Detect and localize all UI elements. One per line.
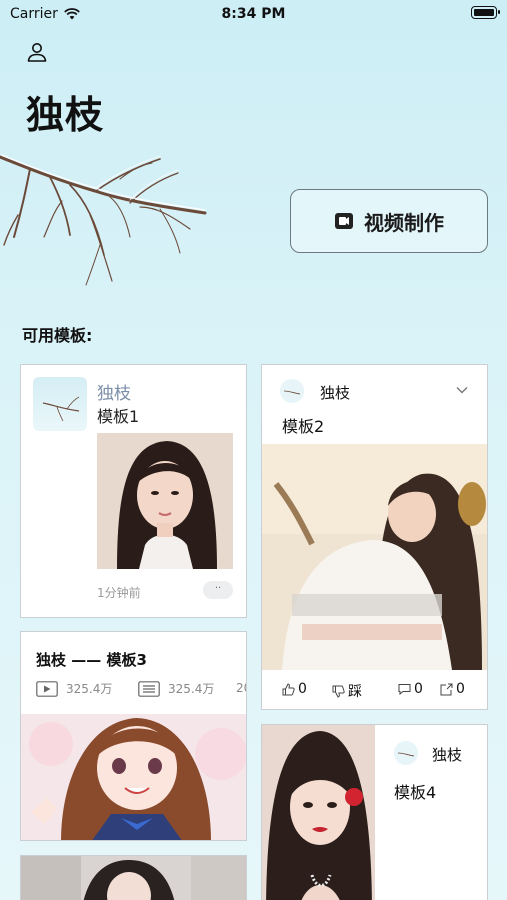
view-count: 325.4万	[168, 682, 215, 696]
comment-action[interactable]: 0	[398, 681, 423, 697]
template-card-4[interactable]: 独枝 模板4	[261, 724, 488, 900]
avatar	[33, 377, 87, 431]
make-video-label: 视频制作	[364, 210, 444, 235]
author-name[interactable]: 独枝	[97, 379, 131, 404]
like-count: 0	[298, 681, 307, 697]
share-icon	[440, 683, 453, 695]
user-profile-icon[interactable]	[25, 40, 49, 64]
template-photo[interactable]	[97, 433, 233, 569]
template-name: 模板4	[394, 783, 437, 802]
chevron-down-icon[interactable]	[455, 383, 469, 397]
template-photo[interactable]	[262, 444, 487, 670]
share-count: 0	[456, 681, 465, 697]
comment-count: 0	[414, 681, 423, 697]
make-video-button[interactable]: 视频制作	[290, 189, 488, 253]
overflow-stat: 20	[236, 681, 246, 695]
play-icon	[36, 680, 58, 697]
template-card-1[interactable]: 独枝 模板1 1分钟前 ··	[20, 364, 247, 618]
template-photo[interactable]	[21, 856, 246, 900]
share-action[interactable]: 0	[440, 681, 465, 697]
thumbs-down-icon	[332, 685, 345, 698]
comment-icon	[398, 684, 411, 695]
dislike-label: 踩	[348, 684, 362, 700]
card-title: 独枝 —— 模板3	[36, 651, 147, 669]
template-photo[interactable]	[21, 714, 246, 840]
more-options-button[interactable]: ··	[203, 581, 233, 599]
avatar	[394, 741, 418, 765]
template-card-5[interactable]	[20, 855, 247, 900]
play-count: 325.4万	[66, 682, 113, 696]
template-photo[interactable]	[262, 725, 375, 900]
branch-thumbnail-icon	[42, 396, 80, 422]
app-title: 独枝	[26, 93, 105, 137]
author-name[interactable]: 独枝	[432, 744, 462, 765]
action-bar: 0 踩 0 0	[262, 681, 487, 701]
battery-icon	[471, 6, 500, 19]
template-name: 模板1	[97, 407, 140, 426]
play-stat: 325.4万	[36, 680, 112, 697]
view-stat: 325.4万	[138, 680, 214, 697]
template-card-3[interactable]: 独枝 —— 模板3 325.4万 325.4万 20	[20, 631, 247, 841]
like-action[interactable]: 0	[282, 681, 307, 697]
list-icon	[138, 680, 160, 697]
snowy-branch-illustration	[0, 154, 207, 286]
clock: 8:34 PM	[221, 6, 286, 22]
section-title: 可用模板:	[22, 326, 93, 345]
avatar	[280, 379, 304, 403]
post-time: 1分钟前	[97, 586, 141, 600]
template-card-2[interactable]: 独枝 模板2 0 踩 0 0	[261, 364, 488, 710]
template-name: 模板2	[282, 417, 325, 436]
author-name[interactable]: 独枝	[320, 382, 350, 403]
dislike-action[interactable]: 踩	[332, 681, 362, 701]
status-bar: Carrier 8:34 PM	[0, 0, 507, 28]
thumbs-up-icon	[282, 682, 295, 695]
video-icon	[335, 213, 353, 229]
